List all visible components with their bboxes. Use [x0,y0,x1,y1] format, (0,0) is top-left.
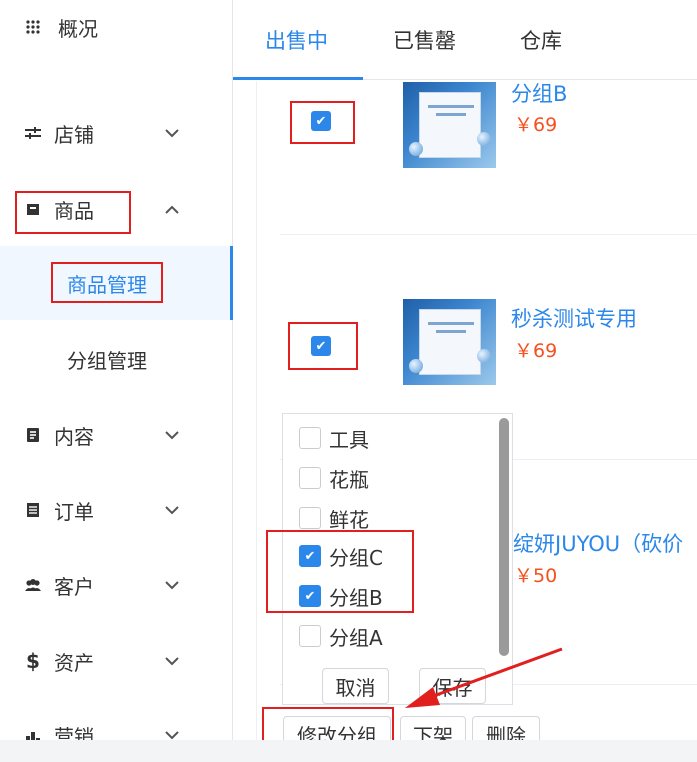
annotation-arrow [405,647,563,708]
bottom-scroll-strip [0,740,697,762]
